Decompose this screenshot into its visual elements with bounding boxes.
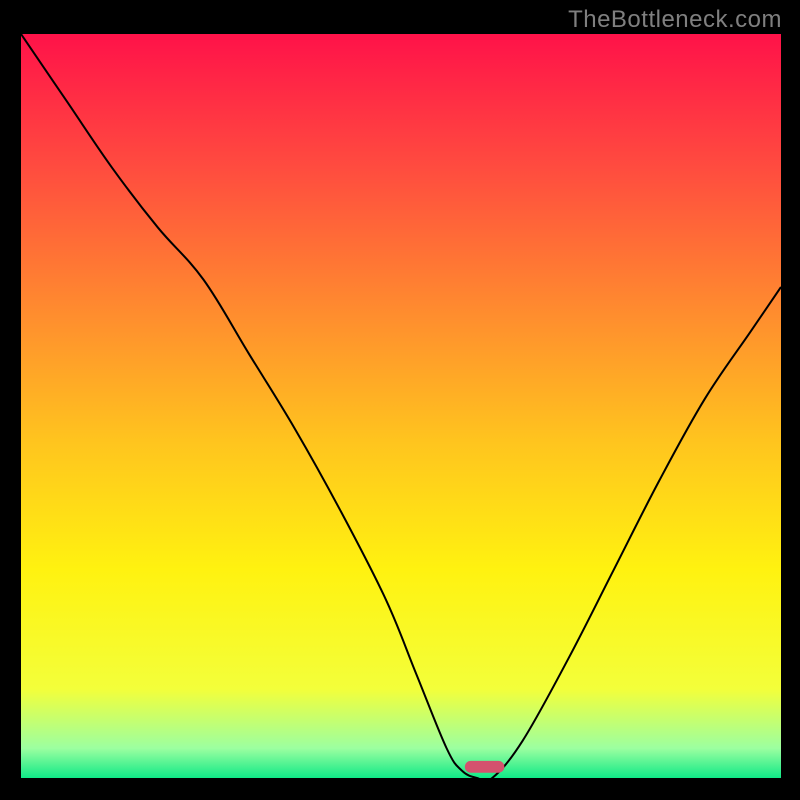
optimal-marker bbox=[465, 761, 505, 773]
plot-area bbox=[21, 34, 781, 778]
bottleneck-chart bbox=[0, 0, 800, 800]
chart-frame: TheBottleneck.com bbox=[0, 0, 800, 800]
attribution-label: TheBottleneck.com bbox=[568, 6, 782, 34]
